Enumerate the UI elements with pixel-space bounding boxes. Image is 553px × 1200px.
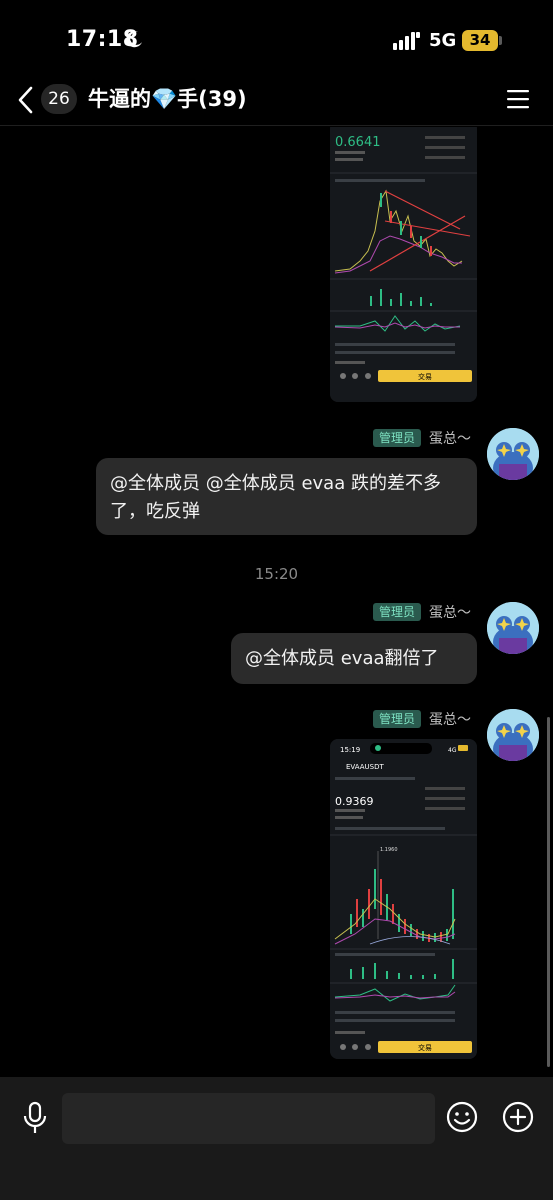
trading-chart-screenshot-2: 15:19 4G EVAAUSDT 0.9369 1.1960 交易 xyxy=(330,739,477,1059)
sender-name[interactable]: 蛋总～ xyxy=(429,602,471,622)
frog-avatar-icon xyxy=(487,709,539,761)
group-title[interactable]: 牛逼的💎手(39) xyxy=(88,85,247,113)
smiley-icon[interactable] xyxy=(446,1101,478,1133)
admin-badge: 管理员 xyxy=(372,429,421,447)
frog-avatar-icon xyxy=(487,428,539,480)
moon-icon xyxy=(126,31,142,48)
network-type: 5G xyxy=(429,30,457,51)
hamburger-menu-icon[interactable] xyxy=(506,89,530,109)
chart-screenshot-message-2[interactable]: 15:19 4G EVAAUSDT 0.9369 1.1960 交易 xyxy=(330,739,477,1059)
avatar[interactable] xyxy=(487,428,539,480)
scroll-indicator[interactable] xyxy=(547,717,550,1067)
screenshot1-trade-button: 交易 xyxy=(418,372,432,381)
screenshot2-peak-label: 1.1960 xyxy=(380,847,398,853)
message-bubble[interactable]: @全体成员 @全体成员 evaa 跌的差不多了，吃反弹 xyxy=(96,458,477,535)
avatar[interactable] xyxy=(487,709,539,761)
message-text: @全体成员 @全体成员 evaa 跌的差不多了，吃反弹 xyxy=(110,473,441,522)
status-bar: 17:18 5G 34 xyxy=(0,0,553,80)
signal-icon xyxy=(393,32,420,50)
input-bar xyxy=(0,1077,553,1200)
sender-row: 管理员 蛋总～ xyxy=(372,709,471,729)
screenshot1-price: 0.6641 xyxy=(335,135,381,150)
chart-screenshot-message-1[interactable]: 0.6641 交易 xyxy=(330,127,477,402)
screenshot2-price: 0.9369 xyxy=(335,795,374,808)
sender-name[interactable]: 蛋总～ xyxy=(429,428,471,448)
chat-header: 26 牛逼的💎手(39) xyxy=(0,80,553,126)
message-bubble[interactable]: @全体成员 evaa翻倍了 xyxy=(231,633,477,684)
chevron-left-icon[interactable] xyxy=(14,84,38,116)
admin-badge: 管理员 xyxy=(372,710,421,728)
message-input[interactable] xyxy=(62,1093,435,1144)
sender-name[interactable]: 蛋总～ xyxy=(429,709,471,729)
battery-indicator: 34 xyxy=(462,30,498,51)
screenshot2-trade-button: 交易 xyxy=(418,1043,432,1052)
microphone-icon[interactable] xyxy=(22,1101,48,1135)
battery-tip xyxy=(499,36,502,45)
frog-avatar-icon xyxy=(487,602,539,654)
sender-row: 管理员 蛋总～ xyxy=(372,602,471,622)
message-text: @全体成员 evaa翻倍了 xyxy=(245,648,439,669)
plus-circle-icon[interactable] xyxy=(502,1101,534,1133)
admin-badge: 管理员 xyxy=(372,603,421,621)
message-list[interactable]: 0.6641 交易 管理员 蛋总～ @全体成员 @全体成员 evaa 跌的差不多… xyxy=(0,127,553,1077)
time-separator: 15:20 xyxy=(254,565,299,583)
screenshot2-time: 15:19 xyxy=(340,746,360,754)
trading-chart-screenshot-1: 0.6641 交易 xyxy=(330,127,477,402)
screenshot2-network: 4G xyxy=(448,747,457,754)
unread-count-badge[interactable]: 26 xyxy=(41,84,77,114)
screenshot2-symbol: EVAAUSDT xyxy=(346,763,384,771)
sender-row: 管理员 蛋总～ xyxy=(372,428,471,448)
avatar[interactable] xyxy=(487,602,539,654)
